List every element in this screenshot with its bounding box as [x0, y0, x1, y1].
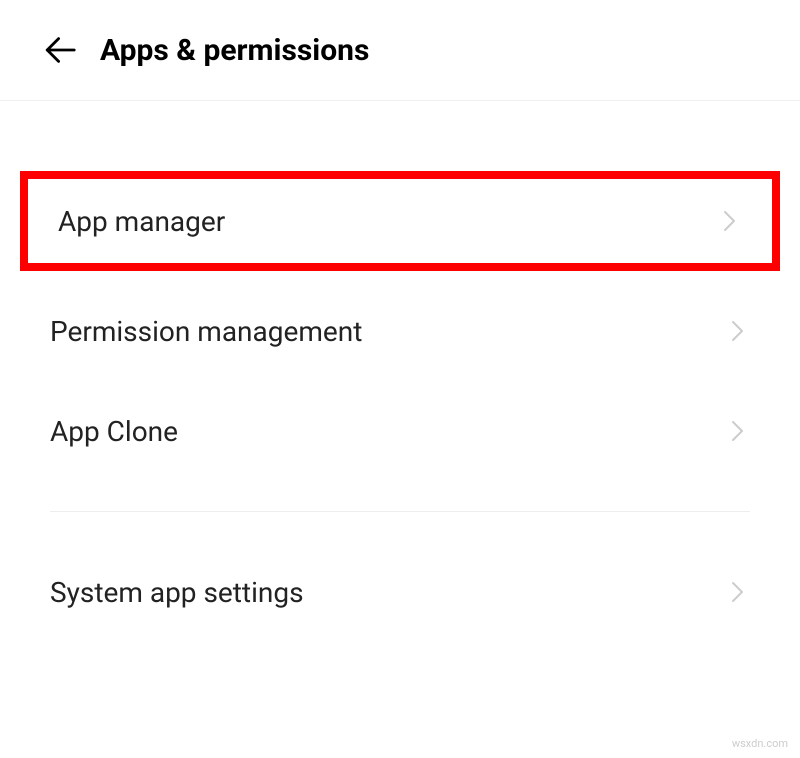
- list-item-app-clone[interactable]: App Clone: [0, 381, 800, 481]
- item-label: App manager: [58, 205, 225, 238]
- list-item-system-app-settings[interactable]: System app settings: [0, 542, 800, 642]
- chevron-right-icon: [726, 419, 750, 443]
- chevron-right-icon: [726, 319, 750, 343]
- divider: [50, 511, 750, 512]
- chevron-right-icon: [718, 209, 742, 233]
- header: Apps & permissions: [0, 0, 800, 101]
- chevron-right-icon: [726, 580, 750, 604]
- item-label: App Clone: [50, 415, 178, 448]
- item-label: System app settings: [50, 576, 304, 609]
- watermark: wsxdn.com: [732, 737, 788, 750]
- list-item-app-manager[interactable]: App manager: [20, 171, 780, 271]
- content: App manager Permission management App Cl…: [0, 101, 800, 642]
- back-icon[interactable]: [40, 30, 80, 70]
- item-label: Permission management: [50, 315, 362, 348]
- list-item-permission-management[interactable]: Permission management: [0, 281, 800, 381]
- page-title: Apps & permissions: [100, 33, 369, 68]
